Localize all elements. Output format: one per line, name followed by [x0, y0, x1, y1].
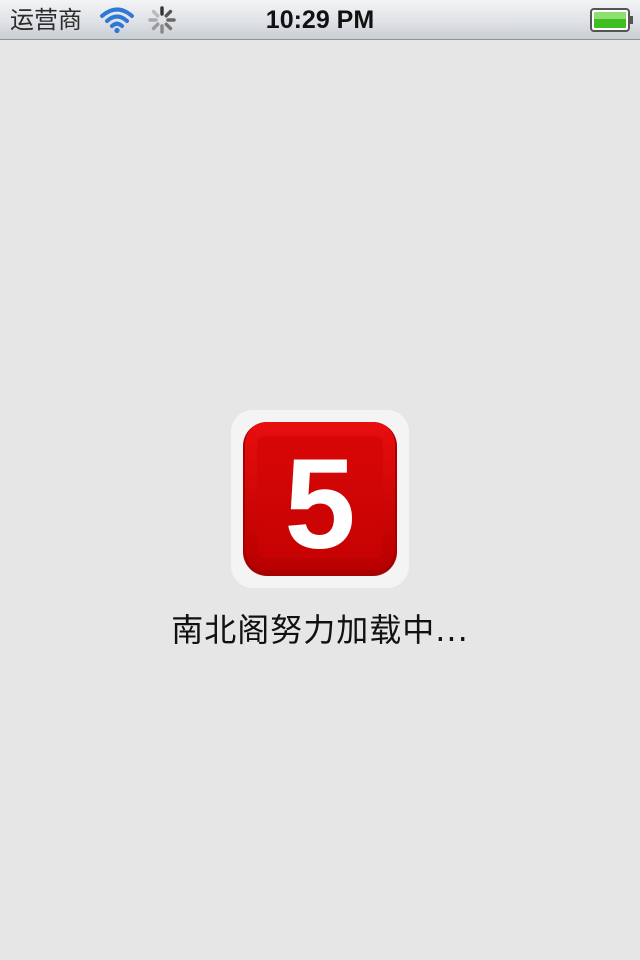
loading-message: 南北阁努力加载中... — [171, 611, 469, 649]
battery-icon — [590, 8, 634, 32]
status-time: 10:29 PM — [265, 6, 375, 34]
app-logo: 5 — [231, 410, 409, 588]
logo-digit: 5 — [284, 433, 355, 576]
status-bar: 运营商 10:29 PM — [0, 0, 640, 40]
